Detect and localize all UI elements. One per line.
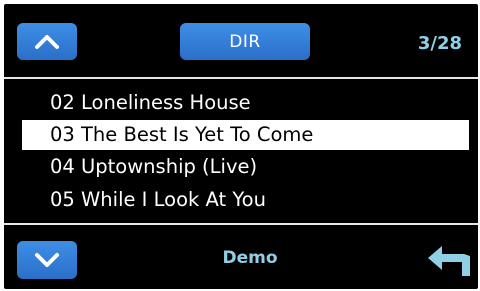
dir-button[interactable]: DIR xyxy=(180,23,310,60)
chevron-up-icon xyxy=(35,34,59,49)
player-screen: DIR 3/28 02 Loneliness House 03 The Best… xyxy=(4,4,478,289)
track-list-item[interactable]: 02 Loneliness House xyxy=(22,88,469,118)
scroll-down-button[interactable] xyxy=(17,241,77,279)
scroll-up-button[interactable] xyxy=(17,23,77,60)
top-bar: DIR 3/28 xyxy=(4,4,478,78)
track-list-item-selected[interactable]: 03 The Best Is Yet To Come xyxy=(22,120,469,150)
track-list-item[interactable]: 04 Uptownship (Live) xyxy=(22,152,469,182)
folder-name: Demo xyxy=(222,248,278,268)
bottom-divider xyxy=(4,223,478,225)
top-divider xyxy=(4,77,478,79)
chevron-down-icon xyxy=(35,253,59,267)
track-list-item[interactable]: 05 While I Look At You xyxy=(22,185,469,215)
dir-button-label: DIR xyxy=(229,31,261,52)
return-arrow-icon[interactable] xyxy=(426,244,472,276)
track-counter: 3/28 xyxy=(417,33,462,54)
